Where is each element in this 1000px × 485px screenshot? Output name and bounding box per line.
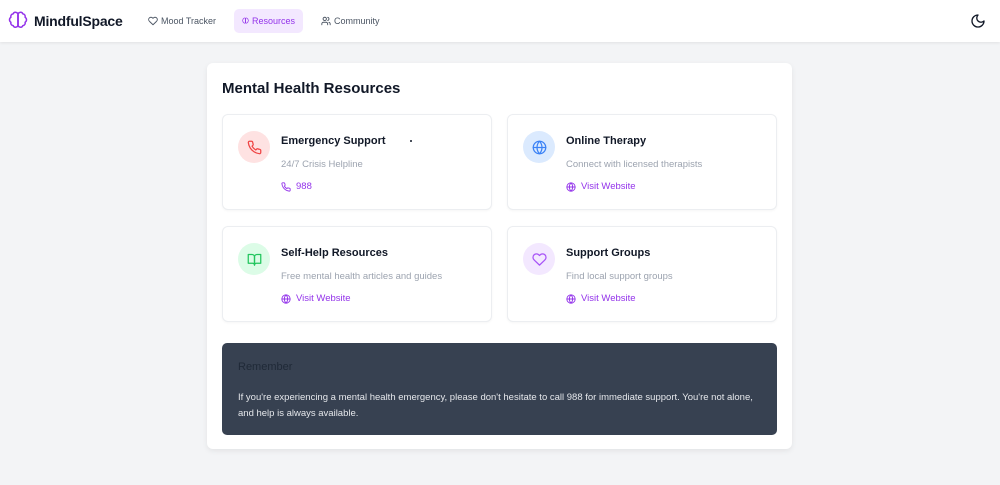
resource-card-online-therapy: Online Therapy Connect with licensed the… xyxy=(507,114,777,210)
nav-item-resources[interactable]: Resources xyxy=(234,9,303,33)
nav-item-label: Mood Tracker xyxy=(161,16,217,26)
remember-text: If you're experiencing a mental health e… xyxy=(238,392,753,419)
nav-item-community[interactable]: Community xyxy=(313,9,388,33)
globe-icon xyxy=(566,181,576,192)
card-title: Self-Help Resources xyxy=(281,247,388,259)
globe-icon xyxy=(566,293,576,304)
link-label: Visit Website xyxy=(581,293,636,304)
phone-icon xyxy=(281,181,291,192)
nav-item-mood-tracker[interactable]: Mood Tracker xyxy=(140,9,224,33)
link-label: 988 xyxy=(296,181,312,192)
resources-panel: Mental Health Resources Emergency Suppor… xyxy=(207,63,792,449)
visit-website-link[interactable]: Visit Website xyxy=(281,293,351,304)
phone-icon xyxy=(247,140,261,154)
brand[interactable]: MindfulSpace xyxy=(8,10,123,32)
remember-notice: Remember If you're experiencing a mental… xyxy=(222,343,777,435)
globe-icon xyxy=(532,140,546,154)
resource-card-emergency-support: Emergency Support 24/7 Crisis Helpline 9… xyxy=(222,114,492,210)
card-title: Support Groups xyxy=(566,247,651,259)
brain-icon xyxy=(8,11,28,28)
users-icon xyxy=(321,16,331,26)
card-title: Emergency Support xyxy=(281,135,386,147)
resource-card-self-help: Self-Help Resources Free mental health a… xyxy=(222,226,492,322)
card-title: Online Therapy xyxy=(566,135,647,147)
card-icon-wrap xyxy=(523,131,555,163)
visit-website-link[interactable]: Visit Website xyxy=(566,293,636,304)
link-label: Visit Website xyxy=(296,293,351,304)
card-description: Connect with licensed therapists xyxy=(566,159,703,170)
card-description: 24/7 Crisis Helpline xyxy=(281,159,363,170)
nav-item-label: Community xyxy=(334,16,380,26)
visit-website-link[interactable]: Visit Website xyxy=(566,181,636,192)
link-label: Visit Website xyxy=(581,181,636,192)
page-title: Mental Health Resources xyxy=(222,80,401,97)
top-navbar: MindfulSpace Mood Tracker Resources Comm… xyxy=(0,0,1000,42)
remember-title: Remember xyxy=(238,361,293,373)
moon-icon[interactable] xyxy=(970,13,986,29)
cursor-dot xyxy=(410,140,412,142)
nav-item-label: Resources xyxy=(251,16,295,26)
book-icon xyxy=(247,253,261,266)
globe-icon xyxy=(281,293,291,304)
resource-card-support-groups: Support Groups Find local support groups… xyxy=(507,226,777,322)
card-icon-wrap xyxy=(523,243,555,275)
brand-name: MindfulSpace xyxy=(34,13,123,29)
card-description: Find local support groups xyxy=(566,271,673,282)
heart-icon xyxy=(148,16,158,26)
card-description: Free mental health articles and guides xyxy=(281,271,443,282)
card-icon-wrap xyxy=(238,131,270,163)
brain-icon xyxy=(242,17,249,24)
phone-link[interactable]: 988 xyxy=(281,181,312,192)
heart-icon xyxy=(531,252,547,266)
card-icon-wrap xyxy=(238,243,270,275)
